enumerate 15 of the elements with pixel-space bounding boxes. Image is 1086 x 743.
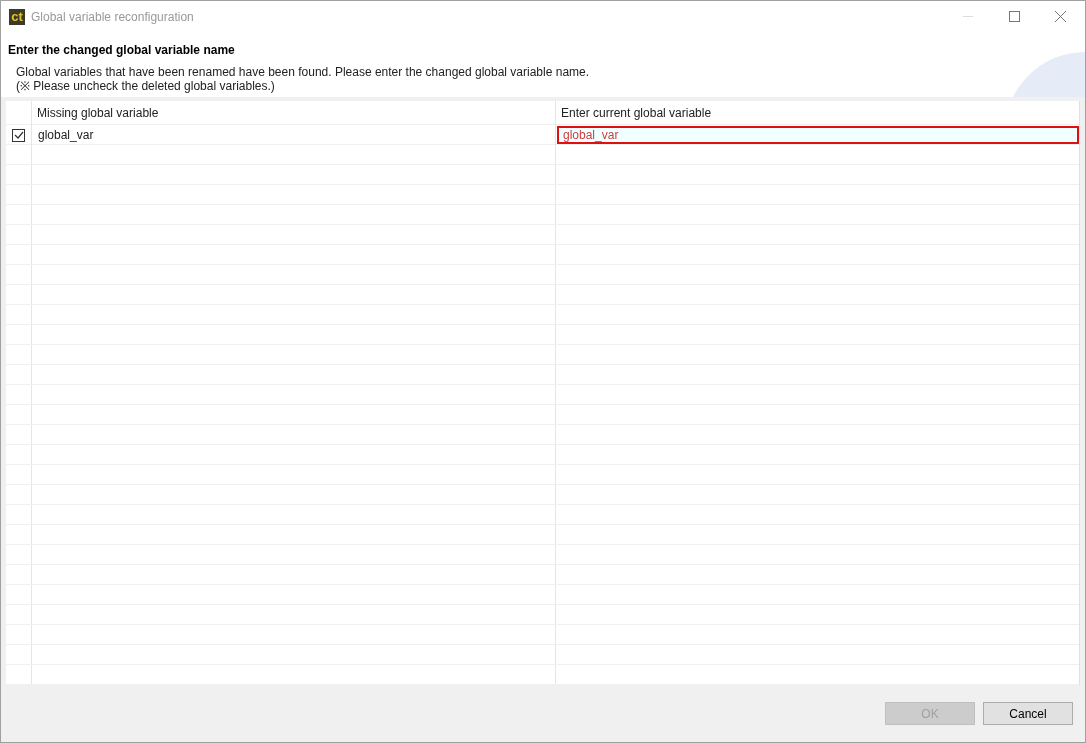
minimize-icon — [963, 16, 973, 17]
row-checkbox[interactable] — [12, 128, 25, 142]
app-icon: ct — [9, 8, 25, 25]
column-header[interactable]: Missing global variable — [32, 101, 556, 125]
header-title: Enter the changed global variable name — [8, 42, 236, 59]
table-cell: global_var — [32, 125, 556, 145]
maximize-icon — [1008, 11, 1020, 22]
checkmark-icon — [13, 131, 24, 139]
dialog-button[interactable]: Cancel — [983, 702, 1073, 725]
header-note: (※ Please uncheck the deleted global variables.) — [15, 79, 276, 93]
close-icon — [1054, 11, 1066, 22]
window-title: Global variable reconfiguration — [31, 8, 194, 26]
header-message: Global variables that have been renamed have been found. Please enter the changed global variable name. — [15, 65, 591, 79]
input-field[interactable]: global_var — [557, 126, 1079, 144]
column-header[interactable]: Enter current global variable — [556, 101, 1079, 125]
